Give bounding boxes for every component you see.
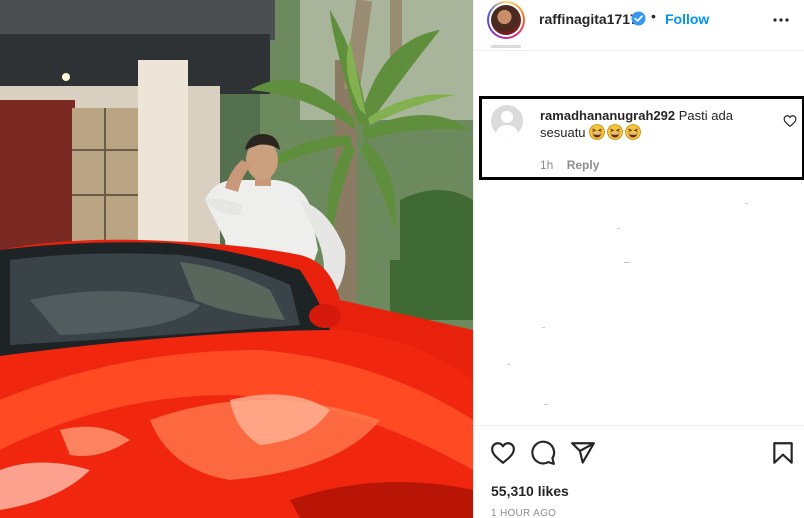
header-divider xyxy=(474,50,804,51)
header-separator: • xyxy=(651,8,656,24)
verified-badge-icon xyxy=(631,11,646,26)
author-avatar-image xyxy=(491,5,521,35)
share-icon[interactable] xyxy=(570,440,596,466)
commenter-avatar-placeholder-icon[interactable] xyxy=(491,105,523,137)
cropped-content-mark xyxy=(491,45,521,48)
blank-area-speck xyxy=(624,262,630,263)
blank-area-speck xyxy=(507,364,510,365)
comment-text-block: ramadhananugrah292 Pasti ada sesuatu xyxy=(540,107,770,141)
grinning-squinting-face-icon xyxy=(625,124,642,140)
comment-emojis xyxy=(589,124,642,140)
reply-button[interactable]: Reply xyxy=(567,158,600,172)
comment-meta: 1h Reply xyxy=(540,158,599,172)
author-avatar[interactable] xyxy=(487,1,525,39)
highlighted-comment: ramadhananugrah292 Pasti ada sesuatu 1h … xyxy=(479,96,804,180)
actions-divider xyxy=(474,425,804,426)
grinning-squinting-face-icon xyxy=(607,124,624,140)
blank-area-speck xyxy=(745,203,748,204)
post-photo-illustration xyxy=(0,0,473,518)
grinning-squinting-face-icon xyxy=(589,124,606,140)
blank-area-speck xyxy=(542,327,545,328)
author-username[interactable]: raffinagita1717 xyxy=(539,11,638,27)
comment-icon[interactable] xyxy=(530,440,556,466)
bookmark-icon[interactable] xyxy=(770,440,796,466)
comment-like-heart-icon[interactable] xyxy=(783,114,797,128)
likes-count[interactable]: 55,310 likes xyxy=(491,483,569,499)
heart-icon[interactable] xyxy=(490,440,516,466)
post-side-panel: raffinagita1717 • Follow ramadhananugrah… xyxy=(473,0,804,518)
comment-time: 1h xyxy=(540,158,554,172)
follow-button[interactable]: Follow xyxy=(665,11,709,27)
blank-area-speck xyxy=(617,228,620,229)
more-horizontal-icon[interactable] xyxy=(771,10,791,30)
post-image xyxy=(0,0,473,518)
commenter-username[interactable]: ramadhananugrah292 xyxy=(540,108,675,123)
blank-area-speck xyxy=(544,404,548,405)
post-header: raffinagita1717 • Follow xyxy=(474,0,804,40)
post-timestamp[interactable]: 1 HOUR AGO xyxy=(491,508,556,518)
